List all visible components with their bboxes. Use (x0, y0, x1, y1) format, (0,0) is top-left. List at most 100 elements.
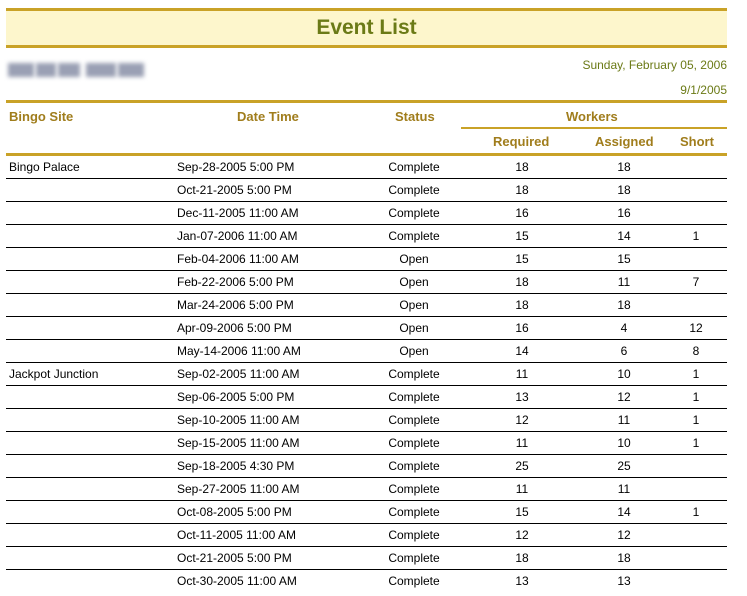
table-row: Jan-07-2006 11:00 AM Complete 15 14 1 (6, 225, 727, 248)
table-row: Sep-18-2005 4:30 PM Complete 25 25 (6, 455, 727, 478)
cell-status: Complete (388, 574, 440, 588)
cell-short: 7 (692, 275, 700, 289)
cell-datetime: Feb-22-2006 5:00 PM (177, 275, 294, 289)
cell-datetime: Oct-08-2005 5:00 PM (177, 505, 292, 519)
cell-short: 1 (692, 229, 700, 243)
cell-required: 15 (515, 229, 529, 243)
column-header-datetime: Date Time (237, 109, 299, 124)
column-header-required: Required (493, 134, 550, 149)
cell-datetime: Oct-30-2005 11:00 AM (177, 574, 297, 588)
cell-datetime: Sep-06-2005 5:00 PM (177, 390, 295, 404)
cell-assigned: 12 (617, 390, 631, 404)
report-title: Event List (6, 8, 727, 48)
cell-short: 1 (692, 390, 700, 404)
cell-assigned: 10 (617, 436, 631, 450)
cell-required: 12 (515, 528, 529, 542)
table-row: May-14-2006 11:00 AM Open 14 6 8 (6, 340, 727, 363)
workers-divider (461, 127, 727, 129)
cell-status: Complete (388, 367, 440, 381)
cell-datetime: Oct-21-2005 5:00 PM (177, 551, 292, 565)
cell-required: 11 (515, 436, 529, 450)
cell-status: Open (399, 344, 429, 358)
table-header: Bingo Site Date Time Status Workers Requ… (6, 100, 727, 156)
table-row: Mar-24-2006 5:00 PM Open 18 18 (6, 294, 727, 317)
cell-datetime: Sep-02-2005 11:00 AM (177, 367, 300, 381)
cell-status: Complete (388, 459, 440, 473)
cell-required: 14 (515, 344, 529, 358)
table-row: Apr-09-2006 5:00 PM Open 16 4 12 (6, 317, 727, 340)
cell-short: 1 (692, 367, 700, 381)
cell-datetime: Apr-09-2006 5:00 PM (177, 321, 292, 335)
cell-assigned: 16 (617, 206, 631, 220)
cell-datetime: May-14-2006 11:00 AM (177, 344, 301, 358)
cell-assigned: 14 (617, 505, 631, 519)
table-row: Sep-10-2005 11:00 AM Complete 12 11 1 (6, 409, 727, 432)
table-row: Sep-27-2005 11:00 AM Complete 11 11 (6, 478, 727, 501)
cell-required: 13 (515, 390, 529, 404)
cell-datetime: Feb-04-2006 11:00 AM (177, 252, 299, 266)
cell-assigned: 14 (617, 229, 631, 243)
cell-required: 18 (515, 183, 529, 197)
cell-status: Complete (388, 206, 440, 220)
cell-required: 18 (515, 551, 529, 565)
cell-datetime: Mar-24-2006 5:00 PM (177, 298, 294, 312)
table-row: Jackpot Junction Sep-02-2005 11:00 AM Comp… (6, 363, 727, 386)
report-info: Sunday, February 05, 2006 9/1/2005 (6, 48, 727, 100)
cell-required: 16 (515, 321, 529, 335)
cell-assigned: 18 (617, 160, 631, 174)
cell-assigned: 6 (620, 344, 628, 358)
table-row: Oct-21-2005 5:00 PM Complete 18 18 (6, 179, 727, 202)
cell-assigned: 4 (620, 321, 628, 335)
cell-datetime: Sep-10-2005 11:00 AM (177, 413, 300, 427)
cell-assigned: 18 (617, 183, 631, 197)
cell-datetime: Oct-11-2005 11:00 AM (177, 528, 296, 542)
table-row: Sep-15-2005 11:00 AM Complete 11 10 1 (6, 432, 727, 455)
cell-required: 11 (515, 482, 529, 496)
cell-status: Complete (388, 390, 440, 404)
cell-status: Complete (388, 160, 440, 174)
cell-status: Complete (388, 505, 440, 519)
cell-assigned: 11 (617, 275, 631, 289)
cell-required: 12 (515, 413, 529, 427)
cell-required: 11 (515, 367, 529, 381)
column-header-status: Status (395, 109, 435, 124)
cell-assigned: 11 (617, 482, 631, 496)
cell-status: Complete (388, 551, 440, 565)
report-start-date: 9/1/2005 (680, 83, 727, 97)
column-header-short: Short (680, 134, 714, 149)
cell-short: 1 (692, 436, 700, 450)
cell-assigned: 10 (617, 367, 631, 381)
cell-status: Complete (388, 413, 440, 427)
cell-required: 15 (515, 505, 529, 519)
cell-required: 18 (515, 275, 529, 289)
cell-status: Complete (388, 183, 440, 197)
table-row: Oct-21-2005 5:00 PM Complete 18 18 (6, 547, 727, 570)
table-row: Dec-11-2005 11:00 AM Complete 16 16 (6, 202, 727, 225)
cell-datetime: Oct-21-2005 5:00 PM (177, 183, 292, 197)
cell-status: Complete (388, 436, 440, 450)
column-header-assigned: Assigned (595, 134, 654, 149)
cell-short: 1 (692, 505, 700, 519)
cell-site: Jackpot Junction (9, 367, 99, 381)
cell-status: Open (399, 275, 429, 289)
table-row: Sep-06-2005 5:00 PM Complete 13 12 1 (6, 386, 727, 409)
cell-assigned: 18 (617, 551, 631, 565)
cell-short: 1 (692, 413, 700, 427)
table-row: Oct-08-2005 5:00 PM Complete 15 14 1 (6, 501, 727, 524)
cell-assigned: 12 (617, 528, 631, 542)
cell-required: 15 (515, 252, 529, 266)
cell-required: 16 (515, 206, 529, 220)
column-header-site: Bingo Site (9, 109, 74, 124)
cell-status: Complete (388, 229, 440, 243)
cell-status: Open (399, 298, 429, 312)
cell-status: Complete (388, 528, 440, 542)
cell-status: Open (399, 321, 429, 335)
cell-required: 13 (515, 574, 529, 588)
cell-required: 25 (515, 459, 529, 473)
cell-datetime: Sep-28-2005 5:00 PM (177, 160, 295, 174)
cell-required: 18 (515, 298, 529, 312)
cell-site: Bingo Palace (9, 160, 80, 174)
cell-status: Complete (388, 482, 440, 496)
cell-assigned: 11 (617, 413, 631, 427)
table-row: Oct-30-2005 11:00 AM Complete 13 13 (6, 570, 727, 593)
